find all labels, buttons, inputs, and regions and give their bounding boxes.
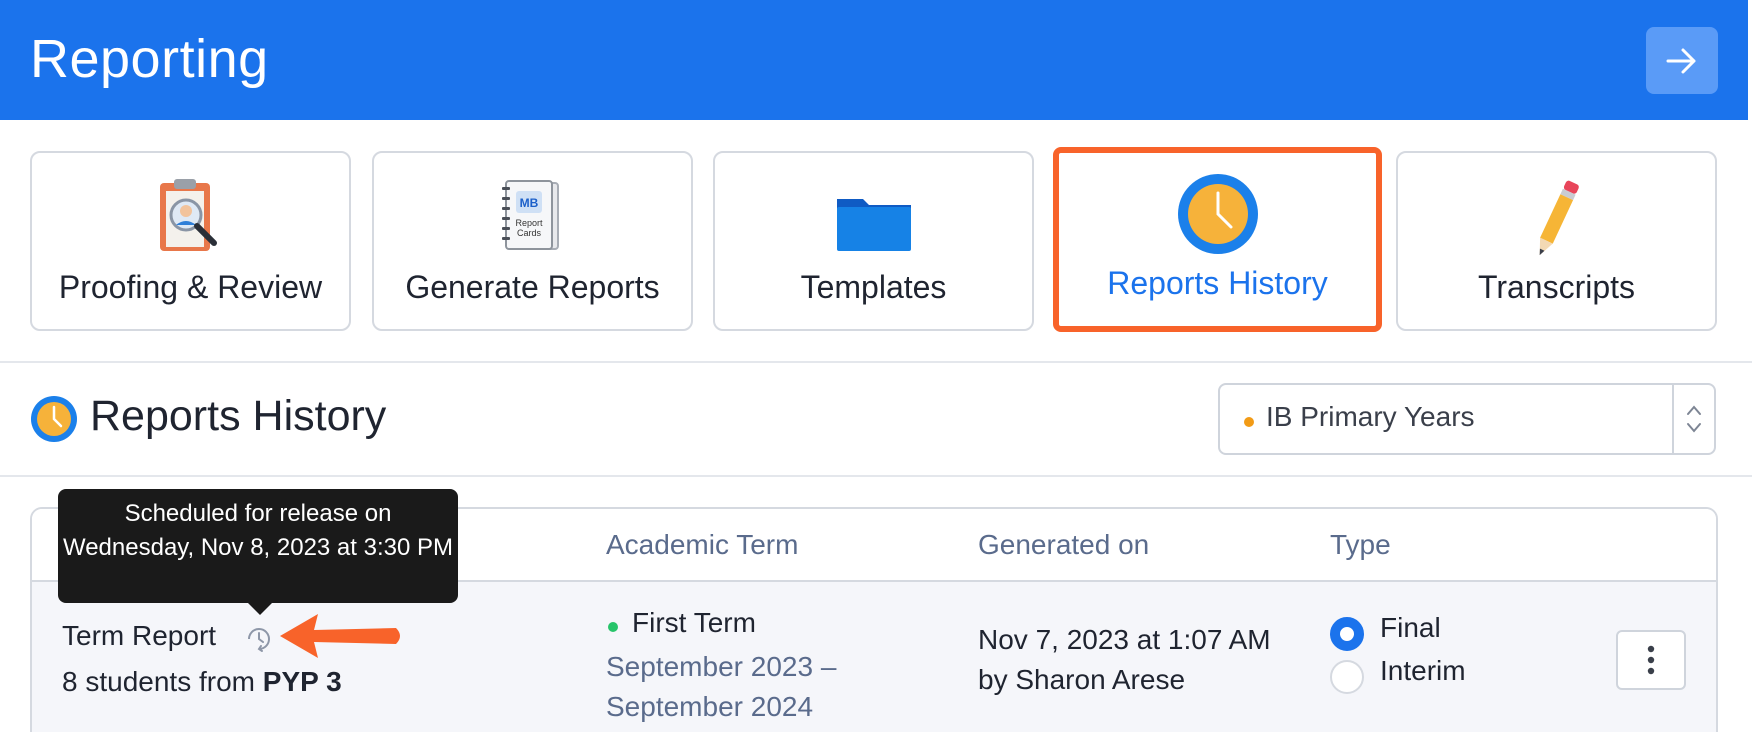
term-range: September 2023 – September 2024	[606, 651, 837, 722]
row-actions-button[interactable]	[1616, 630, 1686, 690]
programme-select-value: IB Primary Years	[1266, 401, 1475, 432]
scheduled-clock-icon[interactable]	[244, 624, 274, 654]
divider	[0, 361, 1752, 363]
nav-card-label: Transcripts	[1477, 269, 1636, 305]
exit-button[interactable]	[1646, 27, 1718, 94]
nav-card-label: Reports History	[1107, 265, 1328, 301]
nav-card-generate-reports[interactable]: MB Report Cards Generate Reports	[372, 151, 693, 331]
column-header-type: Type	[1330, 529, 1391, 560]
folder-icon	[836, 199, 911, 251]
clock-icon	[1177, 174, 1258, 254]
arrow-right-icon	[1666, 48, 1696, 73]
release-tooltip: Scheduled for release on Wednesday, Nov …	[58, 489, 458, 615]
select-arrows[interactable]	[1672, 385, 1714, 453]
annotation-arrow-icon	[280, 614, 400, 658]
nav-card-label: Generate Reports	[405, 269, 660, 305]
programme-status-dot	[1244, 417, 1254, 427]
column-header-generated-on: Generated on	[978, 529, 1150, 560]
nav-card-reports-history[interactable]: Reports History	[1053, 147, 1382, 332]
clock-icon	[31, 396, 77, 442]
report-cards-book-icon: MB Report Cards	[501, 180, 559, 250]
report-name: Term Report	[62, 620, 217, 651]
section-title: Reports History	[90, 392, 387, 440]
clipboard-magnifier-icon	[159, 179, 217, 251]
nav-card-transcripts[interactable]: Transcripts	[1396, 151, 1717, 331]
type-label-final: Final	[1380, 612, 1441, 643]
column-header-academic-term: Academic Term	[606, 529, 799, 560]
svg-text:Cards: Cards	[516, 228, 541, 238]
type-label-interim: Interim	[1380, 655, 1466, 686]
nav-card-label: Templates	[800, 269, 947, 305]
divider	[0, 475, 1752, 477]
more-vertical-icon	[1647, 645, 1655, 675]
chevron-up-down-icon	[1687, 405, 1701, 433]
type-radio-interim[interactable]	[1330, 660, 1364, 694]
programme-select[interactable]: IB Primary Years	[1218, 383, 1716, 455]
students-prefix: 8 students from	[62, 666, 255, 697]
type-radio-final[interactable]	[1330, 617, 1364, 651]
generated-date: Nov 7, 2023 at 1:07 AM	[978, 624, 1271, 655]
term-name: First Term	[632, 607, 756, 638]
app-header: Reporting	[0, 0, 1748, 120]
report-students: 8 students from PYP 3	[62, 666, 342, 698]
nav-card-templates[interactable]: Templates	[713, 151, 1034, 331]
pencil-icon	[1539, 180, 1579, 256]
generated-by: by Sharon Arese	[978, 664, 1186, 695]
page-title: Reporting	[30, 29, 269, 89]
nav-card-label: Proofing & Review	[58, 269, 323, 305]
term-status-dot	[608, 622, 618, 632]
students-class: PYP 3	[262, 666, 342, 697]
svg-text:MB: MB	[519, 196, 538, 210]
nav-card-proofing-review[interactable]: Proofing & Review	[30, 151, 351, 331]
svg-text:Report: Report	[515, 218, 543, 228]
